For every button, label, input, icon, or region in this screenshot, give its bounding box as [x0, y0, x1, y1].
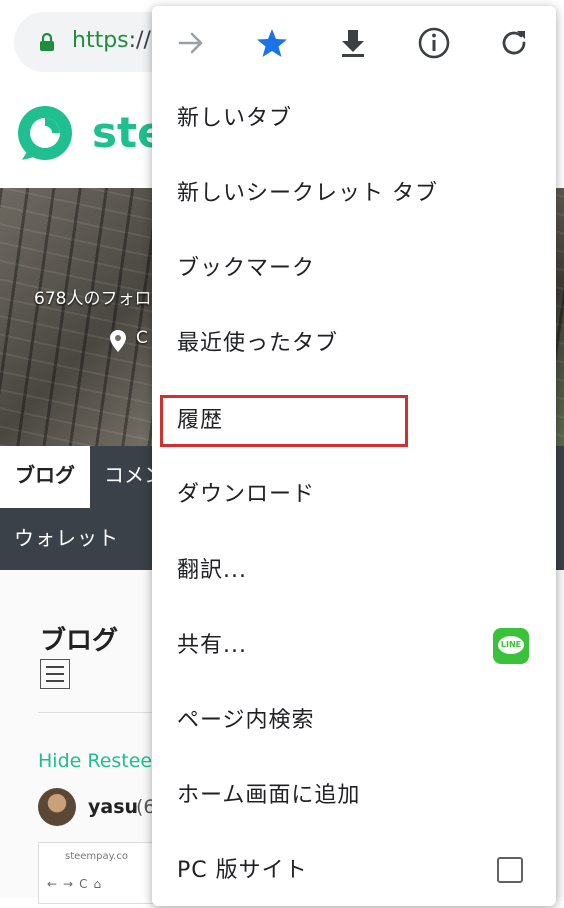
steemit-logo-icon	[18, 106, 72, 160]
desktop-site-checkbox[interactable]	[497, 857, 523, 883]
divider	[38, 712, 168, 713]
menu-icon-row	[152, 6, 556, 86]
tab-blog[interactable]: ブログ	[0, 446, 90, 508]
location-text: C	[136, 328, 148, 348]
download-icon[interactable]	[336, 26, 370, 60]
url-scheme: https	[72, 28, 129, 53]
blog-heading: ブログ	[40, 626, 119, 656]
forward-icon[interactable]	[174, 26, 208, 60]
browser-overflow-menu: 新しいタブ 新しいシークレット タブ ブックマーク 最近使ったタブ 履歴 ダウン…	[152, 6, 556, 906]
history-highlight-box	[160, 395, 408, 447]
url-text: https://	[72, 28, 151, 53]
refresh-icon[interactable]	[497, 26, 531, 60]
thumbnail-nav: ←→C⌂	[47, 877, 108, 891]
menu-item-add-to-home[interactable]: ホーム画面に追加	[152, 759, 556, 833]
line-badge-text: LINE	[498, 636, 524, 654]
menu-item-bookmarks[interactable]: ブックマーク	[152, 232, 556, 306]
menu-item-new-tab[interactable]: 新しいタブ	[152, 82, 556, 156]
author-name[interactable]: yasu	[88, 796, 138, 818]
followers-count[interactable]: 678人のフォロ	[34, 284, 151, 309]
menu-item-find-in-page[interactable]: ページ内検索	[152, 684, 556, 758]
url-rest: ://	[128, 28, 151, 53]
bookmark-star-icon[interactable]	[255, 26, 289, 60]
info-icon[interactable]	[417, 26, 451, 60]
avatar[interactable]	[38, 788, 76, 826]
line-app-icon[interactable]: LINE	[493, 628, 529, 664]
lock-icon	[40, 33, 54, 51]
thumbnail-url: steempay.co	[65, 851, 128, 862]
tab-wallet[interactable]: ウォレット	[14, 510, 119, 566]
menu-item-translate[interactable]: 翻訳...	[152, 534, 556, 608]
menu-item-new-incognito-tab[interactable]: 新しいシークレット タブ	[152, 157, 556, 231]
hide-resteems-link[interactable]: Hide Restee	[38, 750, 152, 772]
list-view-icon[interactable]	[40, 659, 70, 689]
menu-item-recent-tabs[interactable]: 最近使ったタブ	[152, 307, 556, 381]
menu-item-downloads[interactable]: ダウンロード	[152, 458, 556, 532]
location-pin-icon	[110, 330, 126, 352]
